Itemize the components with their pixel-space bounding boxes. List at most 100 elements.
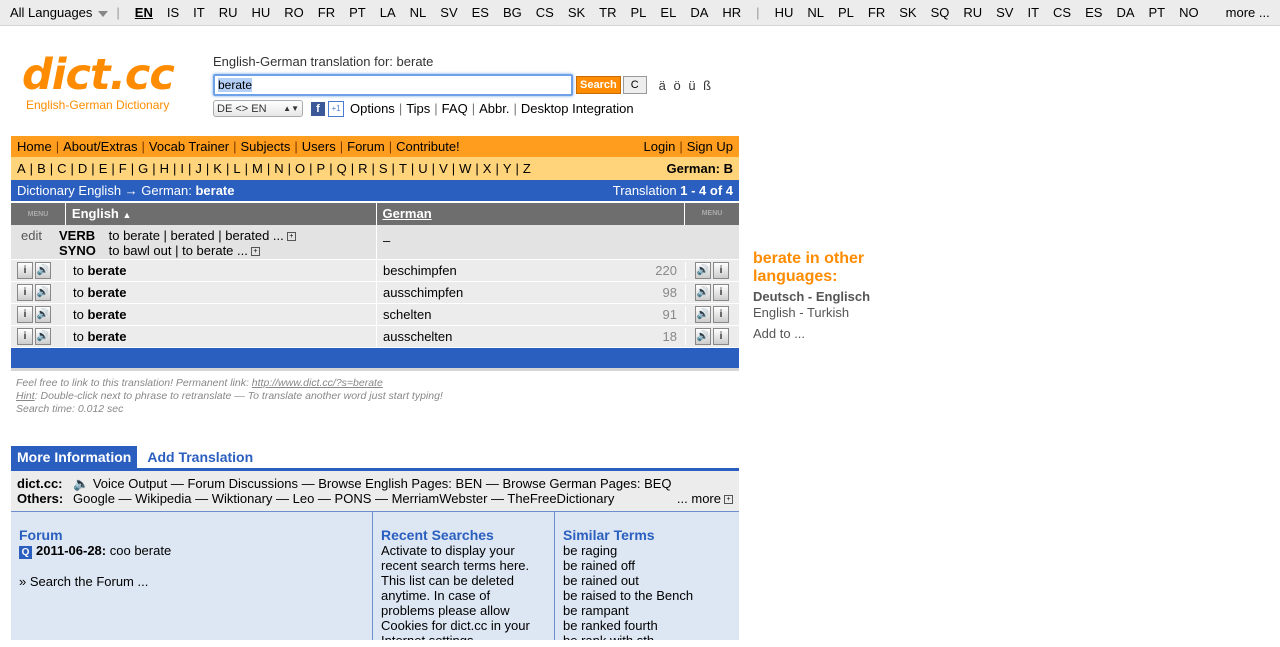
letter-n[interactable]: N — [274, 161, 283, 176]
info-icon[interactable]: i — [713, 284, 729, 301]
lang-pl[interactable]: PL — [631, 5, 647, 20]
english-term[interactable]: to berate — [65, 326, 376, 347]
info-icon[interactable]: i — [713, 306, 729, 323]
speaker-icon[interactable]: 🔊 — [695, 284, 711, 301]
speaker-icon[interactable]: 🔊 — [35, 262, 51, 279]
similar-term[interactable]: be ranked fourth — [563, 618, 731, 633]
info-icon[interactable]: i — [17, 262, 33, 279]
lang-bg[interactable]: BG — [503, 5, 522, 20]
lang-da[interactable]: DA — [690, 5, 708, 20]
more-links[interactable]: ... more + — [677, 491, 733, 506]
expand-icon[interactable]: + — [250, 247, 260, 257]
info-icon[interactable]: i — [17, 328, 33, 345]
forum-title[interactable]: Forum — [19, 528, 364, 543]
letter-v[interactable]: V — [439, 161, 448, 176]
lang-hu[interactable]: HU — [252, 5, 271, 20]
other-language-link[interactable]: English - Turkish — [753, 305, 883, 320]
lang-ro[interactable]: RO — [284, 5, 304, 20]
letter-j[interactable]: J — [195, 161, 202, 176]
english-term[interactable]: to berate — [65, 282, 376, 303]
letter-u[interactable]: U — [418, 161, 427, 176]
more-languages-link[interactable]: more ... — [1226, 5, 1270, 20]
info-icon[interactable]: i — [17, 306, 33, 323]
letter-z[interactable]: Z — [523, 161, 531, 176]
similar-term[interactable]: be rampant — [563, 603, 731, 618]
lang-sq[interactable]: SQ — [931, 5, 950, 20]
link-desktop-integration[interactable]: Desktop Integration — [521, 101, 634, 116]
speaker-icon[interactable]: 🔊 — [35, 306, 51, 323]
tab-add-translation[interactable]: Add Translation — [137, 446, 263, 468]
similar-term[interactable]: be raging — [563, 543, 731, 558]
letter-g[interactable]: G — [138, 161, 148, 176]
nav-contribute-[interactable]: Contribute! — [396, 139, 460, 154]
lang-ru[interactable]: RU — [219, 5, 238, 20]
lang-el[interactable]: EL — [660, 5, 676, 20]
tab-more-information[interactable]: More Information — [11, 446, 138, 468]
letter-i[interactable]: I — [180, 161, 184, 176]
letter-s[interactable]: S — [379, 161, 388, 176]
lang-it[interactable]: IT — [1027, 5, 1039, 20]
lang-da[interactable]: DA — [1116, 5, 1134, 20]
nav-users[interactable]: Users — [302, 139, 336, 154]
letter-p[interactable]: P — [317, 161, 326, 176]
similar-term[interactable]: be rained off — [563, 558, 731, 573]
search-button[interactable]: Search — [576, 76, 621, 94]
menu-button-right[interactable]: MENU — [684, 203, 739, 225]
lang-pt[interactable]: PT — [349, 5, 366, 20]
letter-w[interactable]: W — [459, 161, 471, 176]
lang-pt[interactable]: PT — [1149, 5, 1166, 20]
lang-sv[interactable]: SV — [440, 5, 457, 20]
google-plus-icon[interactable]: +1 — [328, 100, 344, 117]
letter-r[interactable]: R — [358, 161, 367, 176]
lang-es[interactable]: ES — [1085, 5, 1102, 20]
search-forum-link[interactable]: » Search the Forum ... — [19, 574, 364, 589]
link-tips[interactable]: Tips — [406, 101, 430, 116]
link-faq[interactable]: FAQ — [442, 101, 468, 116]
letter-b[interactable]: B — [37, 161, 46, 176]
lang-es[interactable]: ES — [472, 5, 489, 20]
lang-pl[interactable]: PL — [838, 5, 854, 20]
speaker-icon[interactable]: 🔊 — [35, 284, 51, 301]
nav-vocab-trainer[interactable]: Vocab Trainer — [149, 139, 229, 154]
info-icon[interactable]: i — [17, 284, 33, 301]
german-column-header[interactable]: German — [375, 203, 685, 225]
lang-tr[interactable]: TR — [599, 5, 616, 20]
german-term[interactable]: beschimpfen 220 — [376, 260, 685, 281]
add-to-link[interactable]: Add to ... — [753, 326, 883, 341]
english-term[interactable]: to berate — [65, 304, 376, 325]
expand-icon[interactable]: + — [286, 232, 296, 242]
german-term[interactable]: schelten 91 — [376, 304, 685, 325]
nav-subjects[interactable]: Subjects — [241, 139, 291, 154]
german-term[interactable]: ausschelten 18 — [376, 326, 685, 347]
lang-sk[interactable]: SK — [568, 5, 585, 20]
letter-f[interactable]: F — [119, 161, 127, 176]
letter-y[interactable]: Y — [503, 161, 512, 176]
nav-about-extras[interactable]: About/Extras — [63, 139, 137, 154]
lang-is[interactable]: IS — [167, 5, 179, 20]
letter-q[interactable]: Q — [337, 161, 347, 176]
clear-button[interactable]: C — [622, 76, 647, 94]
all-languages-dropdown[interactable]: All Languages — [0, 5, 109, 20]
link-abbr-[interactable]: Abbr. — [479, 101, 509, 116]
nav-sign-up[interactable]: Sign Up — [687, 139, 733, 154]
similar-term[interactable]: be rained out — [563, 573, 731, 588]
letter-c[interactable]: C — [57, 161, 66, 176]
permanent-link[interactable]: http://www.dict.cc/?s=berate — [252, 377, 383, 389]
speaker-icon[interactable]: 🔊 — [695, 328, 711, 345]
lang-it[interactable]: IT — [193, 5, 205, 20]
german-term[interactable]: ausschimpfen 98 — [376, 282, 685, 303]
letter-k[interactable]: K — [213, 161, 222, 176]
speaker-icon[interactable]: 🔊 — [695, 306, 711, 323]
speaker-icon[interactable]: 🔊 — [35, 328, 51, 345]
lang-nl[interactable]: NL — [807, 5, 824, 20]
link-options[interactable]: Options — [350, 101, 395, 116]
letter-o[interactable]: O — [295, 161, 305, 176]
letter-d[interactable]: D — [78, 161, 87, 176]
menu-button-left[interactable]: MENU — [11, 211, 65, 218]
letter-a[interactable]: A — [17, 161, 26, 176]
lang-fr[interactable]: FR — [318, 5, 335, 20]
letter-l[interactable]: L — [233, 161, 240, 176]
synonyms[interactable]: to bawl out | to berate ... — [109, 243, 248, 258]
letter-e[interactable]: E — [99, 161, 108, 176]
speaker-icon[interactable]: 🔊 — [695, 262, 711, 279]
